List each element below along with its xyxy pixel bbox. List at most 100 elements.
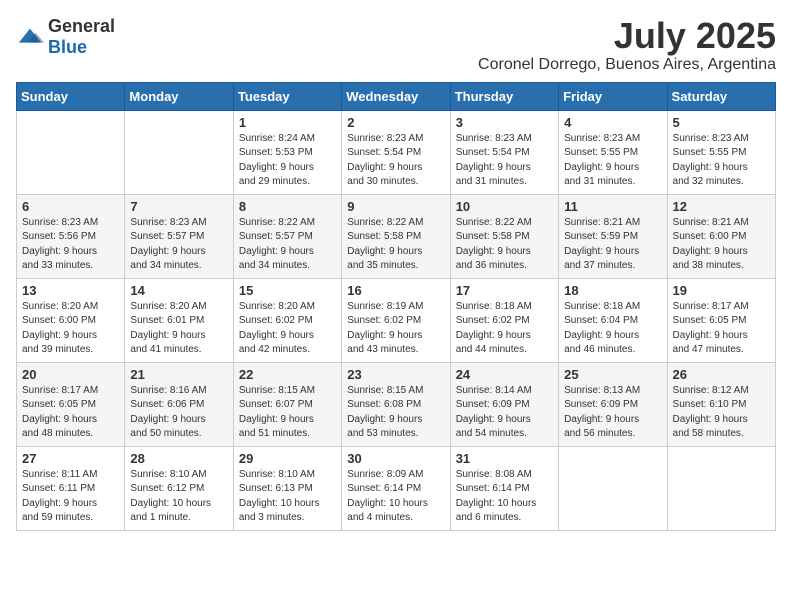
- day-number: 27: [22, 451, 119, 466]
- day-info: Sunrise: 8:15 AM Sunset: 6:08 PM Dayligh…: [347, 384, 444, 442]
- day-number: 21: [130, 367, 227, 382]
- calendar-cell: 12 Sunrise: 8:21 AM Sunset: 6:00 PM Dayli…: [667, 194, 775, 278]
- calendar-cell: 20Sunrise: 8:17 AM Sunset: 6:05 PM Dayli…: [17, 362, 125, 446]
- calendar-cell: [559, 446, 667, 530]
- col-header-tuesday: Tuesday: [233, 82, 341, 110]
- calendar-cell: 28 Sunrise: 8:10 AM Sunset: 6:12 PM Dayli…: [125, 446, 233, 530]
- day-info: Sunrise: 8:16 AM Sunset: 6:06 PM Dayligh…: [130, 384, 227, 442]
- calendar-cell: 7Sunrise: 8:23 AM Sunset: 5:57 PM Daylig…: [125, 194, 233, 278]
- day-number: 30: [347, 451, 444, 466]
- calendar-cell: 10 Sunrise: 8:22 AM Sunset: 5:58 PM Dayli…: [450, 194, 558, 278]
- calendar-cell: 21 Sunrise: 8:16 AM Sunset: 6:06 PM Dayli…: [125, 362, 233, 446]
- calendar-cell: [17, 110, 125, 194]
- calendar-cell: 18 Sunrise: 8:18 AM Sunset: 6:04 PM Dayli…: [559, 278, 667, 362]
- logo-icon: [16, 23, 44, 51]
- location-title: Coronel Dorrego, Buenos Aires, Argentina: [478, 56, 776, 74]
- col-header-friday: Friday: [559, 82, 667, 110]
- page-header: General Blue July 2025 Coronel Dorrego, …: [16, 16, 776, 74]
- logo-text: General Blue: [48, 16, 115, 58]
- day-info: Sunrise: 8:09 AM Sunset: 6:14 PM Dayligh…: [347, 468, 444, 526]
- day-number: 7: [130, 199, 227, 214]
- calendar-cell: 8Sunrise: 8:22 AM Sunset: 5:57 PM Daylig…: [233, 194, 341, 278]
- calendar-week-row-5: 27 Sunrise: 8:11 AM Sunset: 6:11 PM Dayli…: [17, 446, 776, 530]
- calendar-week-row-2: 6 Sunrise: 8:23 AM Sunset: 5:56 PM Daylig…: [17, 194, 776, 278]
- calendar-cell: 6 Sunrise: 8:23 AM Sunset: 5:56 PM Daylig…: [17, 194, 125, 278]
- calendar-cell: 3 Sunrise: 8:23 AM Sunset: 5:54 PM Daylig…: [450, 110, 558, 194]
- day-number: 13: [22, 283, 119, 298]
- day-info: Sunrise: 8:14 AM Sunset: 6:09 PM Dayligh…: [456, 384, 553, 442]
- day-info: Sunrise: 8:22 AM Sunset: 5:57 PM Dayligh…: [239, 216, 336, 274]
- day-info: Sunrise: 8:13 AM Sunset: 6:09 PM Dayligh…: [564, 384, 661, 442]
- day-info: Sunrise: 8:22 AM Sunset: 5:58 PM Dayligh…: [347, 216, 444, 274]
- day-number: 15: [239, 283, 336, 298]
- calendar-header-row: SundayMondayTuesdayWednesdayThursdayFrid…: [17, 82, 776, 110]
- calendar-cell: 2 Sunrise: 8:23 AM Sunset: 5:54 PM Daylig…: [342, 110, 450, 194]
- day-number: 10: [456, 199, 553, 214]
- day-info: Sunrise: 8:23 AM Sunset: 5:55 PM Dayligh…: [673, 132, 770, 190]
- calendar-cell: 30 Sunrise: 8:09 AM Sunset: 6:14 PM Dayli…: [342, 446, 450, 530]
- calendar-cell: 29Sunrise: 8:10 AM Sunset: 6:13 PM Dayli…: [233, 446, 341, 530]
- calendar-cell: 4 Sunrise: 8:23 AM Sunset: 5:55 PM Daylig…: [559, 110, 667, 194]
- day-info: Sunrise: 8:19 AM Sunset: 6:02 PM Dayligh…: [347, 300, 444, 358]
- day-number: 2: [347, 115, 444, 130]
- day-info: Sunrise: 8:23 AM Sunset: 5:56 PM Dayligh…: [22, 216, 119, 274]
- day-info: Sunrise: 8:11 AM Sunset: 6:11 PM Dayligh…: [22, 468, 119, 526]
- day-number: 31: [456, 451, 553, 466]
- day-info: Sunrise: 8:15 AM Sunset: 6:07 PM Dayligh…: [239, 384, 336, 442]
- day-number: 28: [130, 451, 227, 466]
- day-info: Sunrise: 8:22 AM Sunset: 5:58 PM Dayligh…: [456, 216, 553, 274]
- calendar-cell: 5Sunrise: 8:23 AM Sunset: 5:55 PM Daylig…: [667, 110, 775, 194]
- day-info: Sunrise: 8:20 AM Sunset: 6:01 PM Dayligh…: [130, 300, 227, 358]
- calendar-week-row-3: 13 Sunrise: 8:20 AM Sunset: 6:00 PM Dayli…: [17, 278, 776, 362]
- calendar-cell: 14Sunrise: 8:20 AM Sunset: 6:01 PM Dayli…: [125, 278, 233, 362]
- day-info: Sunrise: 8:20 AM Sunset: 6:00 PM Dayligh…: [22, 300, 119, 358]
- day-number: 12: [673, 199, 770, 214]
- day-info: Sunrise: 8:21 AM Sunset: 6:00 PM Dayligh…: [673, 216, 770, 274]
- calendar-cell: 9Sunrise: 8:22 AM Sunset: 5:58 PM Daylig…: [342, 194, 450, 278]
- day-info: Sunrise: 8:23 AM Sunset: 5:54 PM Dayligh…: [347, 132, 444, 190]
- logo-blue: Blue: [48, 37, 87, 57]
- calendar-cell: 22 Sunrise: 8:15 AM Sunset: 6:07 PM Dayli…: [233, 362, 341, 446]
- calendar-cell: 15 Sunrise: 8:20 AM Sunset: 6:02 PM Dayli…: [233, 278, 341, 362]
- calendar-table: SundayMondayTuesdayWednesdayThursdayFrid…: [16, 82, 776, 531]
- day-number: 1: [239, 115, 336, 130]
- day-info: Sunrise: 8:20 AM Sunset: 6:02 PM Dayligh…: [239, 300, 336, 358]
- day-number: 3: [456, 115, 553, 130]
- day-info: Sunrise: 8:10 AM Sunset: 6:12 PM Dayligh…: [130, 468, 227, 526]
- calendar-cell: 25 Sunrise: 8:13 AM Sunset: 6:09 PM Dayli…: [559, 362, 667, 446]
- logo: General Blue: [16, 16, 115, 58]
- day-info: Sunrise: 8:10 AM Sunset: 6:13 PM Dayligh…: [239, 468, 336, 526]
- day-number: 17: [456, 283, 553, 298]
- day-number: 11: [564, 199, 661, 214]
- day-number: 24: [456, 367, 553, 382]
- day-number: 25: [564, 367, 661, 382]
- col-header-saturday: Saturday: [667, 82, 775, 110]
- calendar-cell: 26 Sunrise: 8:12 AM Sunset: 6:10 PM Dayli…: [667, 362, 775, 446]
- day-info: Sunrise: 8:18 AM Sunset: 6:02 PM Dayligh…: [456, 300, 553, 358]
- day-info: Sunrise: 8:23 AM Sunset: 5:54 PM Dayligh…: [456, 132, 553, 190]
- day-info: Sunrise: 8:21 AM Sunset: 5:59 PM Dayligh…: [564, 216, 661, 274]
- day-info: Sunrise: 8:18 AM Sunset: 6:04 PM Dayligh…: [564, 300, 661, 358]
- day-number: 23: [347, 367, 444, 382]
- day-info: Sunrise: 8:23 AM Sunset: 5:55 PM Dayligh…: [564, 132, 661, 190]
- calendar-cell: 1 Sunrise: 8:24 AM Sunset: 5:53 PM Daylig…: [233, 110, 341, 194]
- month-title: July 2025: [478, 16, 776, 56]
- day-number: 4: [564, 115, 661, 130]
- calendar-week-row-1: 1 Sunrise: 8:24 AM Sunset: 5:53 PM Daylig…: [17, 110, 776, 194]
- calendar-cell: 31Sunrise: 8:08 AM Sunset: 6:14 PM Dayli…: [450, 446, 558, 530]
- day-number: 18: [564, 283, 661, 298]
- day-number: 16: [347, 283, 444, 298]
- day-number: 26: [673, 367, 770, 382]
- day-number: 20: [22, 367, 119, 382]
- col-header-wednesday: Wednesday: [342, 82, 450, 110]
- day-number: 19: [673, 283, 770, 298]
- logo-general: General: [48, 16, 115, 36]
- calendar-cell: 23 Sunrise: 8:15 AM Sunset: 6:08 PM Dayli…: [342, 362, 450, 446]
- day-info: Sunrise: 8:12 AM Sunset: 6:10 PM Dayligh…: [673, 384, 770, 442]
- day-number: 6: [22, 199, 119, 214]
- day-number: 22: [239, 367, 336, 382]
- day-info: Sunrise: 8:24 AM Sunset: 5:53 PM Dayligh…: [239, 132, 336, 190]
- col-header-monday: Monday: [125, 82, 233, 110]
- calendar-cell: 13 Sunrise: 8:20 AM Sunset: 6:00 PM Dayli…: [17, 278, 125, 362]
- day-info: Sunrise: 8:17 AM Sunset: 6:05 PM Dayligh…: [673, 300, 770, 358]
